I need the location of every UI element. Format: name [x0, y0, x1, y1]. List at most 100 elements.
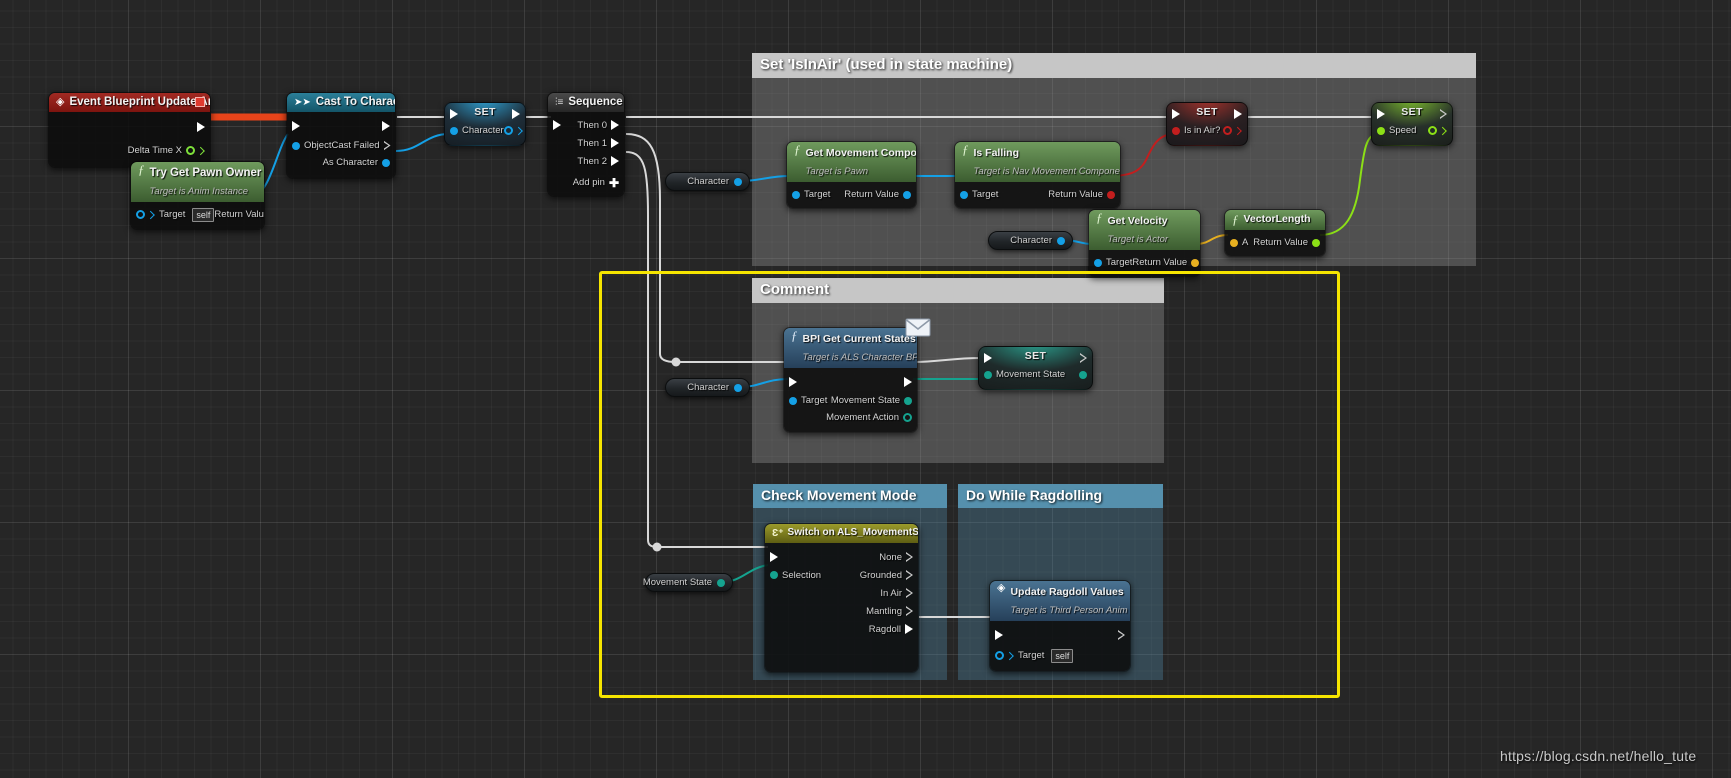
pin-target[interactable]: Target self: [131, 207, 215, 222]
pin-in-air[interactable]: In Air: [880, 588, 918, 599]
function-icon: ƒ: [794, 142, 801, 157]
node-set-speed[interactable]: SET Speed: [1371, 102, 1453, 146]
var-node-character-3[interactable]: Character: [665, 378, 750, 397]
pin-return-value[interactable]: Return Value: [214, 209, 265, 220]
blueprint-graph-canvas[interactable]: Set 'IsInAir' (used in state machine) Co…: [0, 0, 1731, 778]
pin-then-0[interactable]: Then 0: [577, 120, 624, 131]
pin-character[interactable]: Character: [445, 125, 504, 136]
pin-ragdoll[interactable]: Ragdoll: [869, 624, 918, 635]
pin-mantling[interactable]: Mantling: [866, 606, 918, 617]
node-sequence[interactable]: ⫶≡ Sequence Then 0 Then 1 Then 2 Add pin…: [547, 92, 625, 197]
var-out-pin[interactable]: [734, 383, 742, 392]
node-switch-on-als-movementstate[interactable]: Ɛ⁺ Switch on ALS_MovementState None Sele…: [764, 523, 919, 673]
pin-is-in-air[interactable]: Is in Air?: [1167, 125, 1220, 136]
add-pin-button[interactable]: Add pin ✚: [573, 177, 624, 189]
pin-label: Return Value: [1132, 257, 1188, 268]
exec-in-pin[interactable]: [548, 120, 561, 130]
exec-out-pin[interactable]: [1234, 109, 1247, 119]
exec-out-pin[interactable]: [904, 377, 917, 387]
node-try-get-pawn-owner[interactable]: ƒ Try Get Pawn Owner Target is Anim Inst…: [130, 161, 265, 230]
pin-movement-state[interactable]: Movement State: [831, 395, 917, 406]
node-set-movement-state[interactable]: SET Movement State: [978, 346, 1093, 390]
pin-label: Target: [159, 209, 186, 220]
node-vector-length[interactable]: ƒ VectorLength A Return Value: [1224, 209, 1326, 257]
pin-label: Target: [804, 189, 831, 200]
pin-label: Speed: [1389, 125, 1417, 136]
node-header: ƒ VectorLength: [1225, 210, 1325, 230]
pin-selection[interactable]: Selection: [765, 570, 821, 581]
exec-in-pin[interactable]: [287, 121, 300, 131]
exec-out-pin[interactable]: [1118, 630, 1130, 640]
node-bpi-get-current-states[interactable]: ƒ BPI Get Current States Target is ALS C…: [783, 327, 918, 433]
pin-target[interactable]: Target: [955, 189, 998, 200]
exec-out-pin[interactable]: [512, 109, 525, 119]
pin-then-1[interactable]: Then 1: [577, 138, 624, 149]
var-node-movement-state[interactable]: Movement State: [643, 573, 733, 592]
pin-is-in-air-out[interactable]: [1223, 126, 1247, 135]
pin-delta-time-x[interactable]: Delta Time X: [128, 145, 210, 156]
node-get-velocity[interactable]: ƒ Get Velocity Target is Actor Target Re…: [1088, 209, 1201, 277]
node-body: Target Return Value: [955, 182, 1120, 208]
node-set-character[interactable]: SET Character: [444, 102, 526, 146]
comment-title-check-movement-mode: Check Movement Mode: [753, 484, 947, 508]
pin-target[interactable]: Target: [1089, 257, 1132, 268]
pin-label: Target: [801, 395, 828, 406]
pin-as-character[interactable]: As Character: [323, 157, 395, 168]
wire-then2: [625, 151, 768, 548]
pin-speed[interactable]: Speed: [1372, 125, 1416, 136]
pin-movement-action[interactable]: Movement Action: [826, 412, 917, 423]
pin-cast-failed[interactable]: Cast Failed: [331, 140, 395, 151]
pin-return-value[interactable]: Return Value: [844, 189, 916, 200]
pin-movement-state-out[interactable]: [1079, 370, 1092, 379]
node-update-ragdoll-values[interactable]: ◈ Update Ragdoll Values Target is Third …: [989, 580, 1131, 672]
node-body: Target self Return Value: [131, 202, 264, 229]
pin-label: Target: [1106, 257, 1133, 268]
pin-label: Target: [972, 189, 999, 200]
exec-in-pin[interactable]: [1372, 109, 1385, 119]
exec-out-pin[interactable]: [382, 121, 395, 131]
pin-target[interactable]: Target: [784, 395, 827, 406]
exec-out-pin[interactable]: [1440, 109, 1452, 119]
watermark-url: https://blog.csdn.net/hello_tute: [1500, 748, 1697, 764]
pin-none[interactable]: None: [879, 552, 918, 563]
exec-in-pin[interactable]: [979, 353, 992, 363]
pin-label: In Air: [880, 587, 902, 599]
exec-in-pin[interactable]: [784, 377, 797, 387]
pin-object[interactable]: Object: [287, 140, 331, 151]
pin-target[interactable]: Target self: [990, 648, 1074, 663]
var-out-pin[interactable]: [1057, 236, 1065, 245]
pin-target[interactable]: Target: [787, 189, 830, 200]
exec-out-pin[interactable]: [197, 122, 210, 132]
node-get-movement-component[interactable]: ƒ Get Movement Component Target is Pawn …: [786, 141, 917, 209]
pin-then-2[interactable]: Then 2: [577, 156, 624, 167]
pin-character-out[interactable]: [503, 126, 525, 135]
node-body: Target Return Value: [787, 182, 916, 208]
node-cast-to-character[interactable]: ➤➤ Cast To Character Object Cast Failed: [286, 92, 396, 179]
var-out-pin[interactable]: [717, 578, 725, 587]
node-is-falling[interactable]: ƒ Is Falling Target is Nav Movement Comp…: [954, 141, 1121, 209]
var-out-pin[interactable]: [734, 177, 742, 186]
node-body: Delta Time X: [49, 112, 210, 167]
exec-in-pin[interactable]: [765, 552, 778, 562]
pin-grounded[interactable]: Grounded: [860, 570, 918, 581]
node-event-blueprint-update-animation[interactable]: ◈ Event Blueprint Update Animation Delta…: [48, 92, 211, 168]
pin-return-value[interactable]: Return Value: [1253, 237, 1325, 248]
var-node-character-1[interactable]: Character: [665, 172, 750, 191]
var-node-character-2[interactable]: Character: [988, 231, 1073, 250]
exec-in-pin[interactable]: [990, 630, 1003, 640]
pin-speed-out[interactable]: [1428, 126, 1452, 135]
node-set-is-in-air[interactable]: SET Is in Air?: [1166, 102, 1248, 146]
exec-in-pin[interactable]: [1167, 109, 1180, 119]
exec-in-pin[interactable]: [445, 109, 458, 119]
pin-movement-state[interactable]: Movement State: [979, 369, 1065, 380]
exec-out-pin[interactable]: [1080, 353, 1092, 363]
target-default-value[interactable]: self: [1051, 648, 1074, 663]
pin-a[interactable]: A: [1225, 237, 1248, 248]
pin-return-value[interactable]: Return Value: [1048, 189, 1120, 200]
target-default-value[interactable]: self: [192, 207, 215, 222]
comment-title-is-in-air: Set 'IsInAir' (used in state machine): [752, 53, 1476, 78]
pin-return-value[interactable]: Return Value: [1132, 257, 1200, 268]
delete-icon[interactable]: [195, 97, 205, 107]
pin-label: Return Value: [214, 209, 265, 220]
pin-label: Delta Time X: [127, 145, 182, 156]
